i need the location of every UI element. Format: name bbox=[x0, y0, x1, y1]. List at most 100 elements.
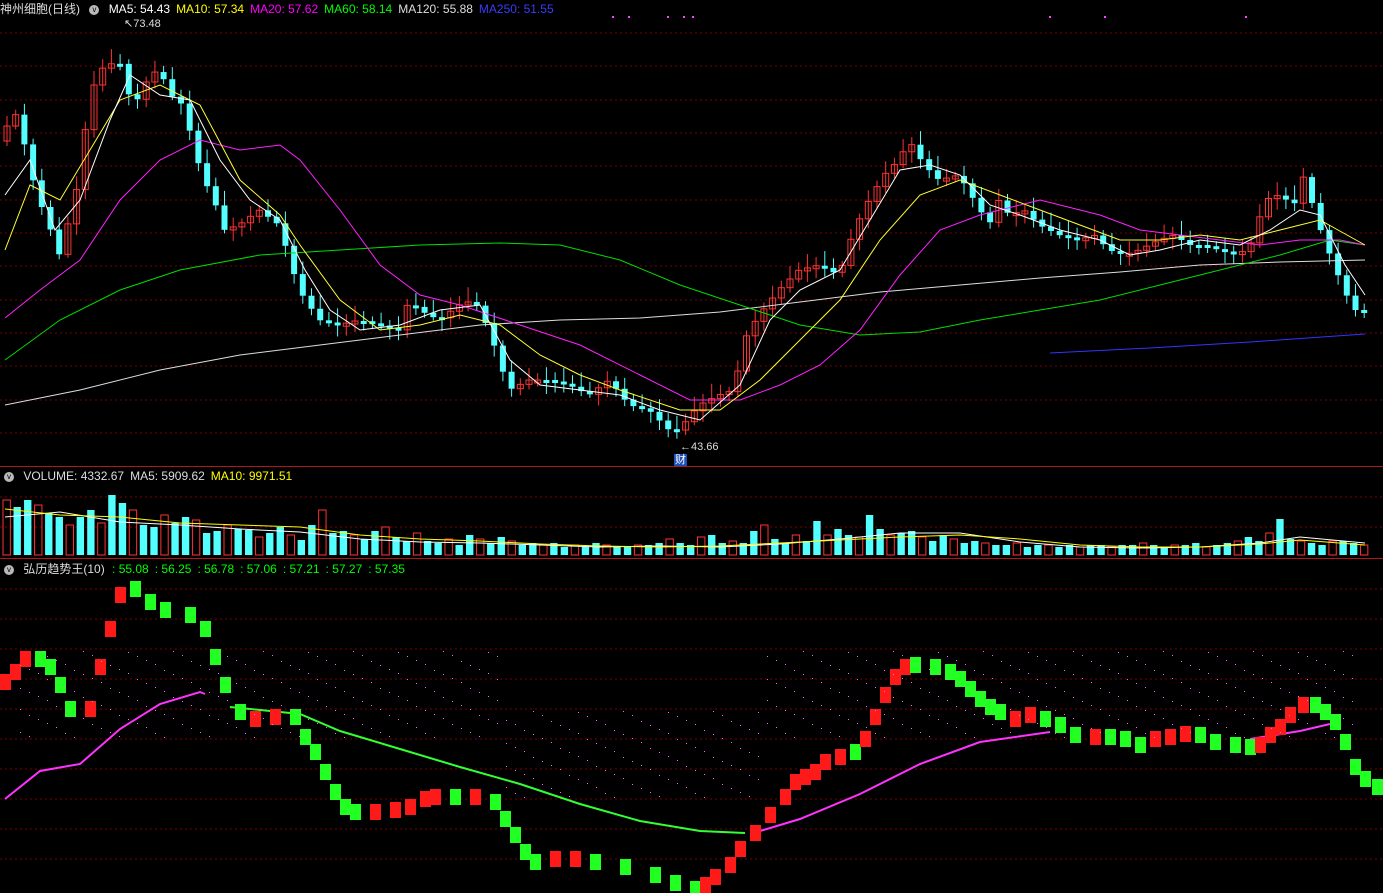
fill-dot bbox=[317, 700, 318, 701]
volume-bar-down bbox=[213, 531, 221, 555]
fill-dot bbox=[848, 719, 849, 720]
fill-dot bbox=[542, 715, 543, 716]
trend-step-red bbox=[890, 669, 901, 685]
fill-dot bbox=[443, 718, 444, 719]
fill-dot bbox=[956, 706, 957, 707]
candle-down bbox=[987, 212, 994, 223]
volume-bar-up bbox=[1075, 546, 1085, 556]
indicator-value-label: : 56.25 bbox=[154, 562, 192, 576]
trend-step-red bbox=[570, 851, 581, 867]
fill-dot bbox=[1316, 727, 1317, 728]
fill-dot bbox=[1244, 670, 1245, 671]
fill-dot bbox=[875, 733, 876, 734]
collapse-icon[interactable]: v bbox=[4, 471, 14, 482]
fill-dot bbox=[389, 692, 390, 693]
candlestick-chart[interactable] bbox=[0, 0, 1383, 466]
fill-dot bbox=[938, 719, 939, 720]
fill-dot bbox=[1208, 652, 1209, 653]
indicator-title: 弘历趋势王(10) bbox=[23, 562, 105, 576]
fill-dot bbox=[461, 705, 462, 706]
candle-down bbox=[412, 305, 419, 309]
fill-dot bbox=[110, 709, 111, 710]
collapse-icon[interactable]: v bbox=[89, 4, 100, 15]
candle-down bbox=[317, 308, 324, 321]
fill-dot bbox=[1190, 709, 1191, 710]
volume-bar-down bbox=[1307, 543, 1316, 555]
fill-dot bbox=[1091, 661, 1092, 662]
trend-step-red bbox=[765, 807, 776, 823]
fill-dot bbox=[407, 723, 408, 724]
fill-dot bbox=[245, 664, 246, 665]
fill-dot bbox=[362, 724, 363, 725]
fill-dot bbox=[254, 714, 255, 715]
candle-down bbox=[325, 320, 332, 324]
candle-down bbox=[21, 114, 28, 145]
trend-indicator-chart[interactable] bbox=[0, 559, 1383, 893]
fill-dot bbox=[587, 716, 588, 717]
volume-bar-up bbox=[1044, 544, 1053, 556]
fill-dot bbox=[1307, 656, 1308, 657]
fill-dot bbox=[1235, 733, 1236, 734]
fill-dot bbox=[47, 656, 48, 657]
candle-down bbox=[204, 163, 211, 187]
fill-dot bbox=[1334, 670, 1335, 671]
volume-header: v VOLUME: 4332.67 MA5: 5909.62 MA10: 9971.… bbox=[0, 469, 304, 485]
candle-down bbox=[569, 383, 576, 387]
fill-dot bbox=[1136, 683, 1137, 684]
fill-dot bbox=[812, 724, 813, 725]
fill-dot bbox=[209, 736, 210, 737]
fill-dot bbox=[578, 733, 579, 734]
fill-dot bbox=[335, 733, 336, 734]
candle-down bbox=[56, 229, 63, 255]
fill-dot bbox=[515, 793, 516, 794]
volume-bar-down bbox=[245, 530, 253, 555]
fill-dot bbox=[1199, 669, 1200, 670]
fill-dot bbox=[83, 697, 84, 698]
trend-step-green bbox=[590, 854, 601, 870]
fill-dot bbox=[29, 715, 30, 716]
fill-dot bbox=[155, 687, 156, 688]
fill-dot bbox=[731, 721, 732, 722]
event-dot bbox=[692, 16, 694, 18]
fill-dot bbox=[1208, 696, 1209, 697]
fill-dot bbox=[965, 710, 966, 711]
collapse-icon[interactable]: v bbox=[4, 564, 14, 575]
fill-dot bbox=[1118, 696, 1119, 697]
trend-step-green bbox=[520, 844, 531, 860]
volume-bar-down bbox=[1244, 537, 1253, 555]
fill-dot bbox=[317, 723, 318, 724]
fill-dot bbox=[866, 727, 867, 728]
volume-bar-down bbox=[1086, 545, 1095, 555]
volume-bar-up bbox=[191, 519, 201, 556]
fill-dot bbox=[200, 709, 201, 710]
low-price-value: 43.66 bbox=[691, 441, 719, 453]
fill-dot bbox=[839, 692, 840, 693]
fill-dot bbox=[938, 696, 939, 697]
candle-down bbox=[291, 245, 298, 275]
fill-dot bbox=[1109, 669, 1110, 670]
volume-bar-down bbox=[897, 533, 905, 555]
volume-bar-down bbox=[487, 543, 495, 555]
fill-dot bbox=[1352, 655, 1353, 656]
volume-bar-down bbox=[939, 535, 947, 555]
trend-step-green bbox=[985, 699, 996, 715]
fill-dot bbox=[272, 678, 273, 679]
fill-dot bbox=[1019, 736, 1020, 737]
fill-dot bbox=[65, 687, 66, 688]
fill-dot bbox=[1271, 682, 1272, 683]
indicator-panel[interactable]: v 弘历趋势王(10) : 55.08: 56.25: 56.78: 57.06… bbox=[0, 559, 1383, 893]
fill-dot bbox=[1118, 652, 1119, 653]
fill-dot bbox=[344, 737, 345, 738]
volume-bar-down bbox=[992, 545, 1000, 555]
trend-step-green bbox=[220, 677, 231, 693]
fill-dot bbox=[407, 679, 408, 680]
volume-bar-down bbox=[139, 525, 148, 555]
fill-dot bbox=[1316, 660, 1317, 661]
trend-step-green bbox=[1350, 759, 1361, 775]
fill-dot bbox=[1010, 665, 1011, 666]
price-panel[interactable]: 神州细胞(日线) v MA5: 54.43 MA10: 57.34 MA20: 57… bbox=[0, 0, 1383, 467]
fill-dot bbox=[650, 725, 651, 726]
volume-panel[interactable]: v VOLUME: 4332.67 MA5: 5909.62 MA10: 9971.… bbox=[0, 467, 1383, 558]
fill-dot bbox=[1325, 664, 1326, 665]
fill-dot bbox=[497, 723, 498, 724]
